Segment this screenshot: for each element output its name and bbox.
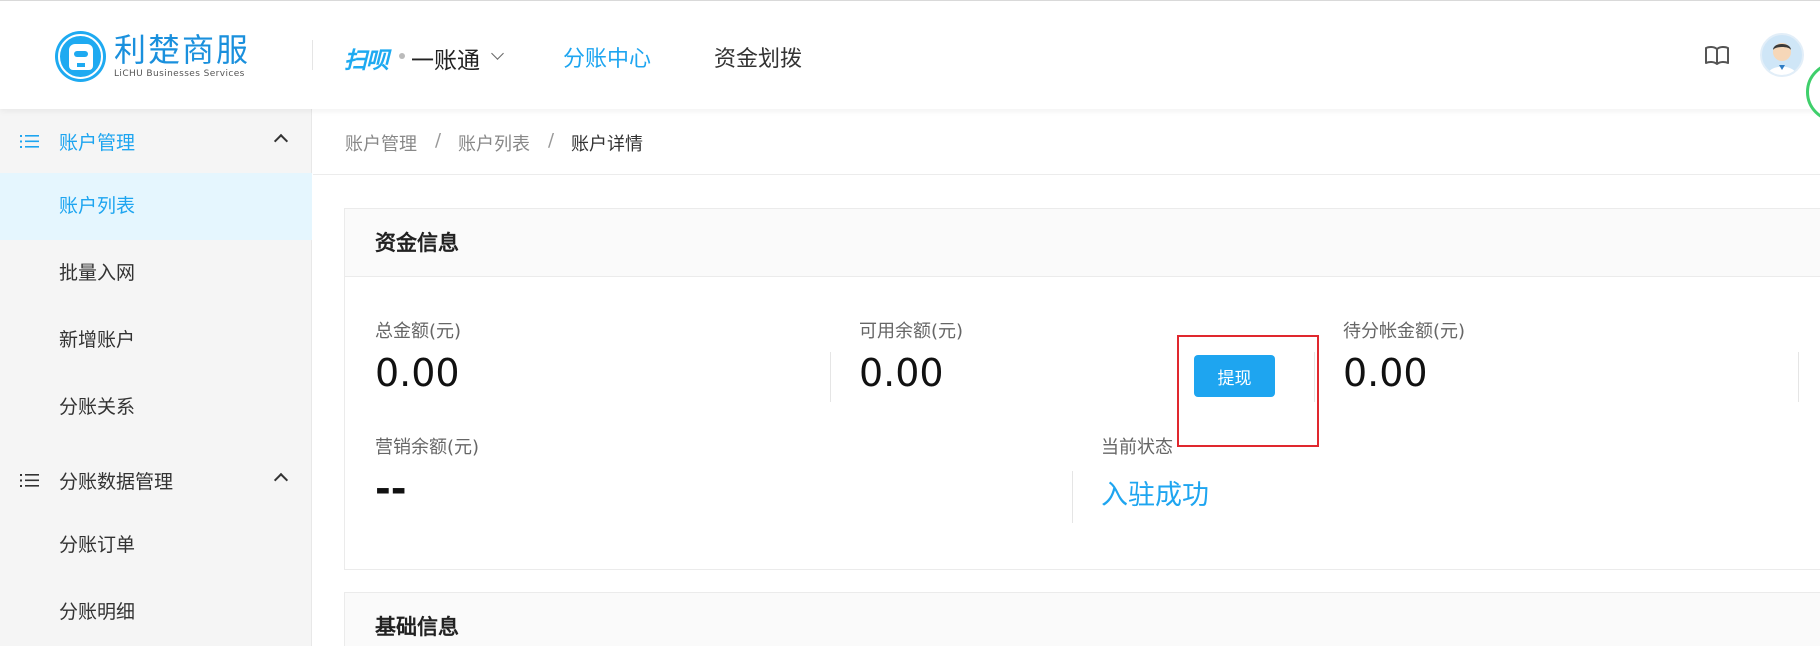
sidebar-group-label: 账户管理 bbox=[59, 131, 136, 154]
chevron-down-icon[interactable] bbox=[491, 47, 504, 60]
breadcrumb-account-detail: 账户详情 bbox=[571, 134, 643, 155]
logo-robot-icon bbox=[55, 31, 106, 82]
sidebar-group-account-mgmt[interactable]: 账户管理 bbox=[0, 109, 312, 173]
main-content: 资金信息 总金额(元) 0.00 可用余额(元) 0.00 提现 待分帐金额(元… bbox=[313, 176, 1820, 646]
sidebar-item-batch-onboard[interactable]: 批量入网 bbox=[0, 240, 312, 307]
available-balance-stat: 可用余额(元) 0.00 bbox=[859, 317, 963, 395]
top-header: 利楚商服 LiCHU Businesses Services 扫呗 一账通 分账… bbox=[0, 0, 1820, 109]
sidebar-item-split-relation[interactable]: 分账关系 bbox=[0, 374, 312, 441]
sidebar-item-split-details[interactable]: 分账明细 bbox=[0, 579, 312, 646]
marketing-balance-label: 营销余额(元) bbox=[375, 437, 480, 458]
logo-subtitle: LiCHU Businesses Services bbox=[114, 69, 245, 79]
sidebar-item-add-account[interactable]: 新增账户 bbox=[0, 307, 312, 374]
sidebar-item-account-list[interactable]: 账户列表 bbox=[0, 173, 312, 240]
marketing-balance-value: -- bbox=[375, 467, 407, 511]
pending-split-stat: 待分帐金额(元) 0.00 bbox=[1343, 317, 1465, 395]
header-divider bbox=[312, 40, 313, 70]
brand-logo[interactable]: 利楚商服 LiCHU Businesses Services bbox=[55, 31, 250, 82]
breadcrumb-separator: / bbox=[435, 130, 442, 151]
nav-split-center[interactable]: 分账中心 bbox=[563, 41, 651, 73]
highlight-annotation-box bbox=[1177, 335, 1319, 447]
breadcrumb: 账户管理 / 账户列表 / 账户详情 bbox=[313, 109, 1820, 175]
available-balance-value: 0.00 bbox=[859, 351, 944, 395]
fund-info-card: 资金信息 总金额(元) 0.00 可用余额(元) 0.00 提现 待分帐金额(元… bbox=[344, 208, 1820, 570]
brand-separator-dot bbox=[399, 53, 405, 59]
chevron-up-icon[interactable] bbox=[273, 133, 289, 149]
pending-split-label: 待分帐金额(元) bbox=[1343, 321, 1466, 342]
breadcrumb-separator: / bbox=[548, 130, 555, 151]
total-amount-value: 0.00 bbox=[375, 351, 460, 395]
available-balance-label: 可用余额(元) bbox=[859, 321, 964, 342]
sidebar-group-label: 分账数据管理 bbox=[59, 470, 174, 493]
list-icon bbox=[20, 135, 39, 148]
breadcrumb-account-list[interactable]: 账户列表 bbox=[458, 130, 530, 156]
sidebar-group-split-data-mgmt[interactable]: 分账数据管理 bbox=[0, 448, 312, 512]
sidebar: 账户管理 账户列表 批量入网 新增账户 分账关系 分账数据管理 分账订单 分账明… bbox=[0, 109, 312, 646]
marketing-balance-stat: 营销余额(元) -- bbox=[375, 433, 479, 511]
chevron-up-icon[interactable] bbox=[273, 472, 289, 488]
stat-divider bbox=[1072, 471, 1073, 523]
basic-info-title: 基础信息 bbox=[345, 593, 1820, 646]
sidebar-item-split-orders[interactable]: 分账订单 bbox=[0, 512, 312, 579]
stat-divider bbox=[1798, 352, 1799, 402]
list-icon bbox=[20, 474, 39, 487]
breadcrumb-account-mgmt[interactable]: 账户管理 bbox=[345, 130, 417, 156]
total-amount-stat: 总金额(元) 0.00 bbox=[375, 317, 461, 395]
stat-divider bbox=[830, 352, 831, 402]
nav-fund-transfer[interactable]: 资金划拨 bbox=[714, 41, 802, 73]
product-brand: 扫呗 bbox=[344, 48, 389, 74]
pending-split-value: 0.00 bbox=[1343, 351, 1428, 395]
fund-info-title: 资金信息 bbox=[345, 209, 1820, 277]
product-switcher[interactable]: 一账通 bbox=[411, 41, 480, 75]
user-avatar[interactable] bbox=[1760, 33, 1804, 77]
total-amount-label: 总金额(元) bbox=[375, 321, 462, 342]
logo-title: 利楚商服 bbox=[114, 31, 251, 69]
basic-info-card: 基础信息 bbox=[344, 592, 1820, 646]
current-status-value: 入驻成功 bbox=[1101, 480, 1209, 511]
book-icon[interactable] bbox=[1704, 45, 1730, 65]
